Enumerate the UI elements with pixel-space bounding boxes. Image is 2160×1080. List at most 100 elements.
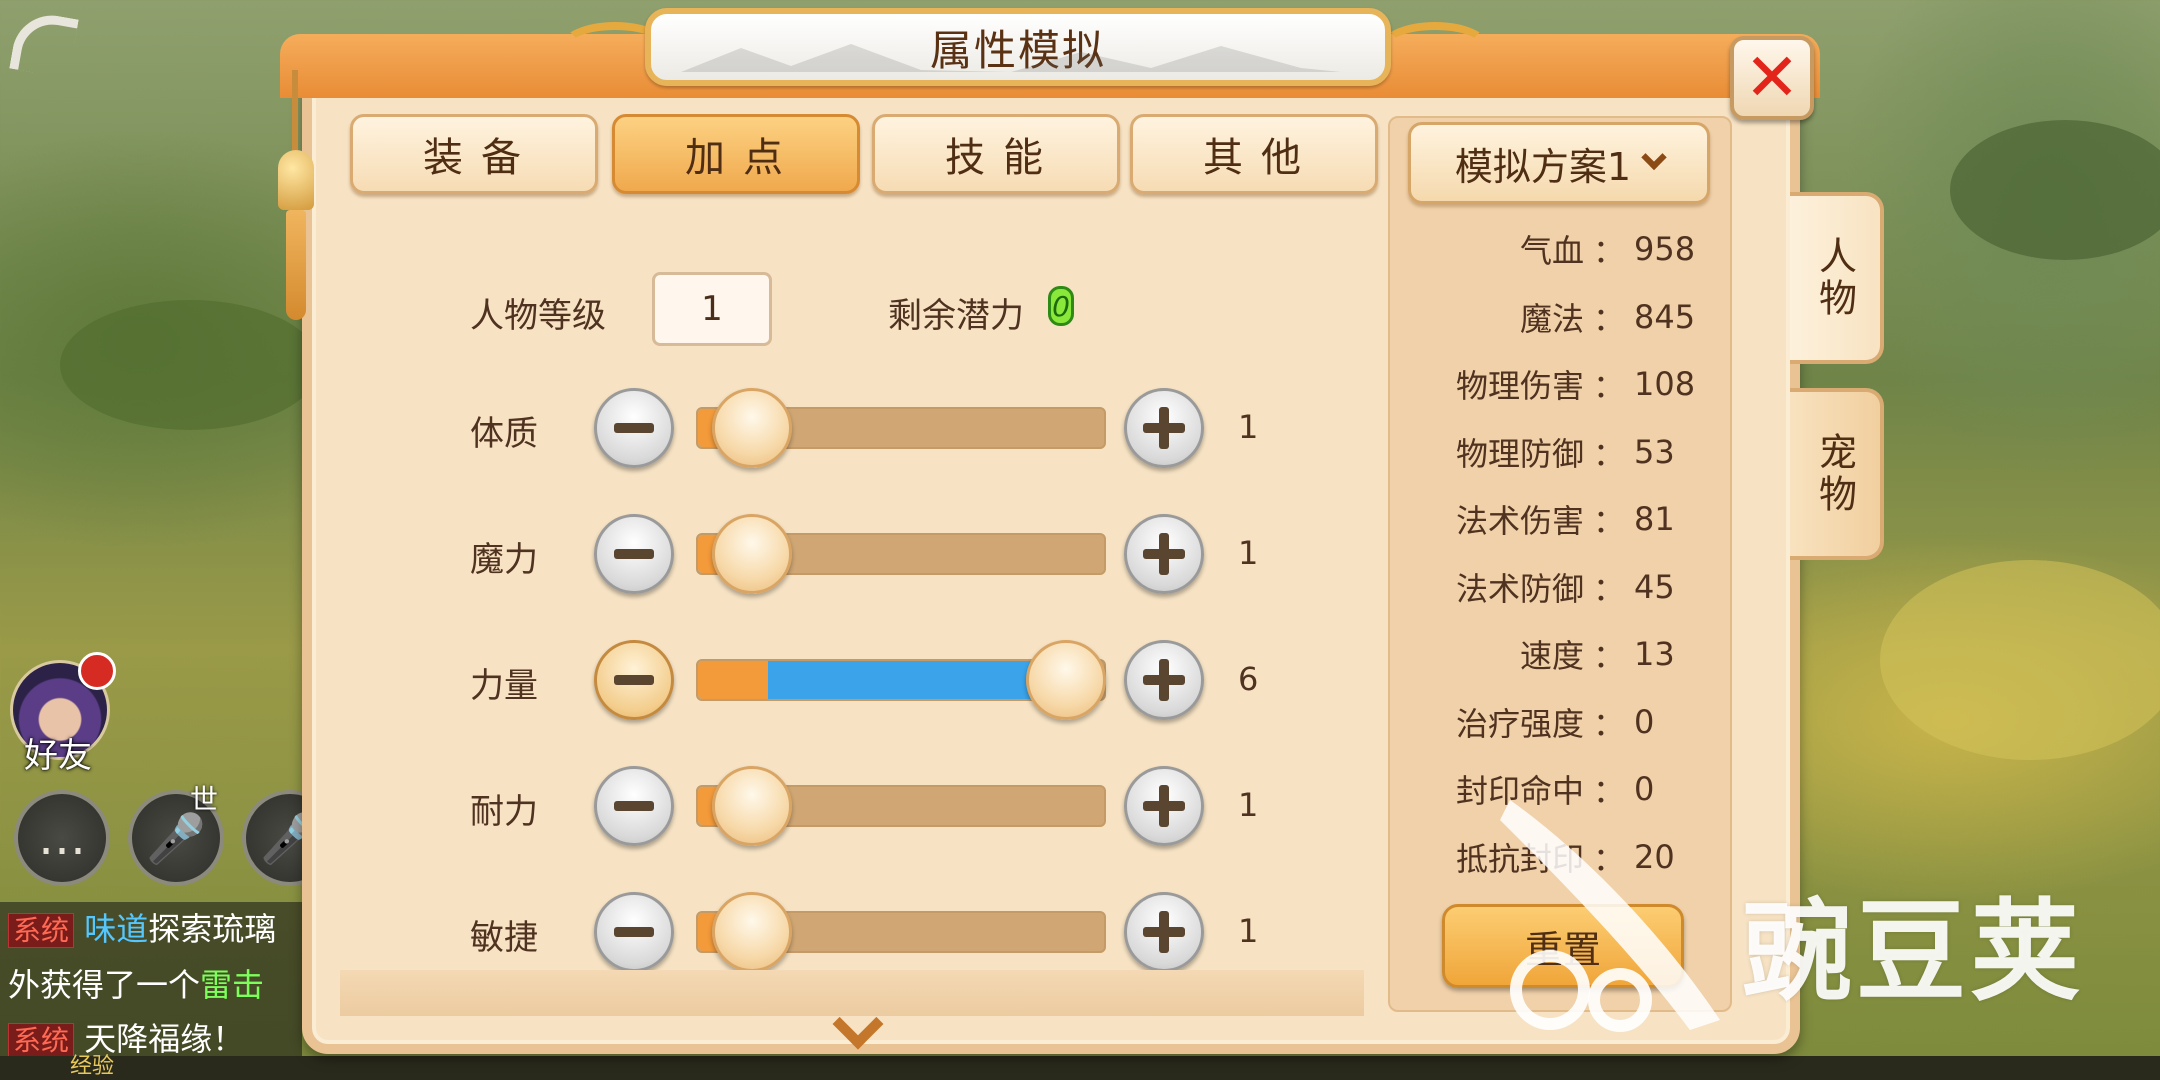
stat-colon: ：: [1592, 232, 1625, 270]
stat-value: 958: [1634, 230, 1696, 268]
tab-other[interactable]: 其他: [1130, 114, 1378, 194]
stat-row: 魔法 ： 845: [1420, 292, 1720, 342]
stat-colon: ：: [1592, 502, 1625, 540]
chat-item-link[interactable]: 雷击: [200, 966, 264, 1004]
tab-add-points[interactable]: 加点: [612, 114, 860, 194]
tassel-icon: [286, 210, 306, 320]
stat-value: 845: [1634, 297, 1696, 336]
attr-value: 1: [1238, 786, 1259, 824]
stat-row: 治疗强度 ： 0: [1420, 697, 1720, 747]
minus-icon: [614, 549, 654, 559]
increase-button[interactable]: [1124, 766, 1204, 846]
stat-name: 物理防御: [1455, 434, 1584, 473]
minus-icon: [614, 423, 654, 433]
stat-value: 108: [1634, 365, 1696, 403]
stat-value: 13: [1634, 635, 1675, 673]
plus-icon: [1143, 407, 1185, 449]
friend-button[interactable]: 好友: [10, 652, 120, 776]
stat-row: 速度 ： 13: [1420, 629, 1720, 679]
bell-icon: [278, 150, 314, 210]
stat-colon: ：: [1592, 434, 1625, 473]
stat-value: 0: [1634, 702, 1655, 741]
attr-label-4: 敏捷: [470, 918, 538, 958]
stat-colon: ：: [1592, 637, 1625, 675]
plus-icon: [1143, 533, 1185, 575]
stat-name: 气血: [1519, 232, 1584, 270]
slider-knob[interactable]: [711, 388, 792, 468]
slider-knob[interactable]: [1026, 640, 1106, 720]
level-input[interactable]: 1: [652, 272, 772, 346]
stat-colon: ：: [1592, 299, 1625, 338]
chat-line: 外获得了一个雷击: [8, 958, 302, 1012]
scenery-tree: [1950, 120, 2160, 260]
chat-player-name[interactable]: 味道: [84, 910, 148, 948]
stat-row: 气血 ： 958: [1420, 224, 1720, 274]
stat-value: 45: [1634, 567, 1675, 606]
watermark-text: 豌豆荚: [1742, 888, 2084, 1016]
chat-text: 探索琉璃: [148, 910, 277, 948]
stat-name: 治疗强度: [1455, 704, 1584, 743]
plan-dropdown[interactable]: 模拟方案1: [1408, 122, 1710, 204]
attr-label-1: 魔力: [470, 540, 538, 580]
xp-label: 经验: [70, 1054, 115, 1079]
stat-name: 魔法: [1519, 299, 1584, 338]
minus-icon: [614, 801, 654, 811]
stat-colon: ：: [1592, 569, 1625, 608]
title-plate: 属性模拟: [645, 8, 1391, 86]
scenery-field: [1880, 560, 2160, 760]
slider-base-fill: [698, 661, 768, 699]
remaining-potential-label: 剩余潜力: [888, 296, 1024, 336]
notification-dot-icon: [78, 652, 116, 690]
side-tab-character[interactable]: 人物: [1790, 192, 1884, 364]
increase-button[interactable]: [1124, 388, 1204, 468]
chevron-down-icon: [1641, 144, 1667, 171]
back-arrow-icon[interactable]: [9, 9, 79, 79]
attr-value: 1: [1238, 408, 1259, 446]
chat-text: 外获得了一个: [8, 966, 201, 1004]
stat-value: 53: [1634, 432, 1675, 471]
minus-icon: [614, 675, 654, 685]
attr-value: 1: [1238, 912, 1259, 950]
level-label: 人物等级: [470, 296, 606, 336]
world-channel-label: 世: [190, 783, 219, 816]
close-icon: ✕: [1744, 39, 1800, 116]
increase-button[interactable]: [1124, 892, 1204, 972]
scenery-bush: [60, 300, 320, 430]
increase-button[interactable]: [1124, 514, 1204, 594]
plan-label: 模拟方案1: [1454, 144, 1632, 189]
slider-knob[interactable]: [711, 892, 792, 972]
minus-icon: [614, 927, 654, 937]
attr-label-0: 体质: [470, 414, 538, 454]
system-tag: 系统: [8, 913, 75, 948]
increase-button[interactable]: [1124, 640, 1204, 720]
plus-icon: [1143, 659, 1185, 701]
slider-knob[interactable]: [711, 514, 792, 594]
chat-log[interactable]: 系统 味道探索琉璃 外获得了一个雷击 系统 天降福缘！: [0, 902, 302, 1080]
side-tab-pet[interactable]: 宠物: [1790, 388, 1884, 560]
decrease-button[interactable]: [594, 640, 674, 720]
decrease-button[interactable]: [594, 892, 674, 972]
slider-progress-fill: [768, 661, 1068, 699]
stat-row: 物理伤害 ： 108: [1420, 359, 1720, 409]
decrease-button[interactable]: [594, 766, 674, 846]
decrease-button[interactable]: [594, 514, 674, 594]
stat-name: 法术伤害: [1455, 502, 1584, 540]
stat-row: 法术防御 ： 45: [1420, 562, 1720, 612]
scroll-ornament-icon: [1380, 22, 1490, 72]
xp-bar: [0, 1056, 2160, 1080]
chat-bubble-icon[interactable]: …: [14, 790, 110, 886]
tab-equipment[interactable]: 装备: [350, 114, 598, 194]
close-button[interactable]: ✕: [1730, 36, 1814, 120]
friend-label: 好友: [24, 736, 92, 776]
slider-knob[interactable]: [711, 766, 792, 846]
stat-name: 速度: [1519, 637, 1584, 675]
attr-value: 1: [1238, 534, 1259, 572]
system-tag: 系统: [8, 1023, 75, 1058]
attr-value: 6: [1238, 660, 1259, 698]
attr-label-2: 力量: [470, 666, 538, 706]
plus-icon: [1143, 785, 1185, 827]
chat-line: 系统 味道探索琉璃: [8, 902, 302, 958]
attr-label-3: 耐力: [470, 792, 538, 832]
decrease-button[interactable]: [594, 388, 674, 468]
tab-skills[interactable]: 技能: [872, 114, 1120, 194]
